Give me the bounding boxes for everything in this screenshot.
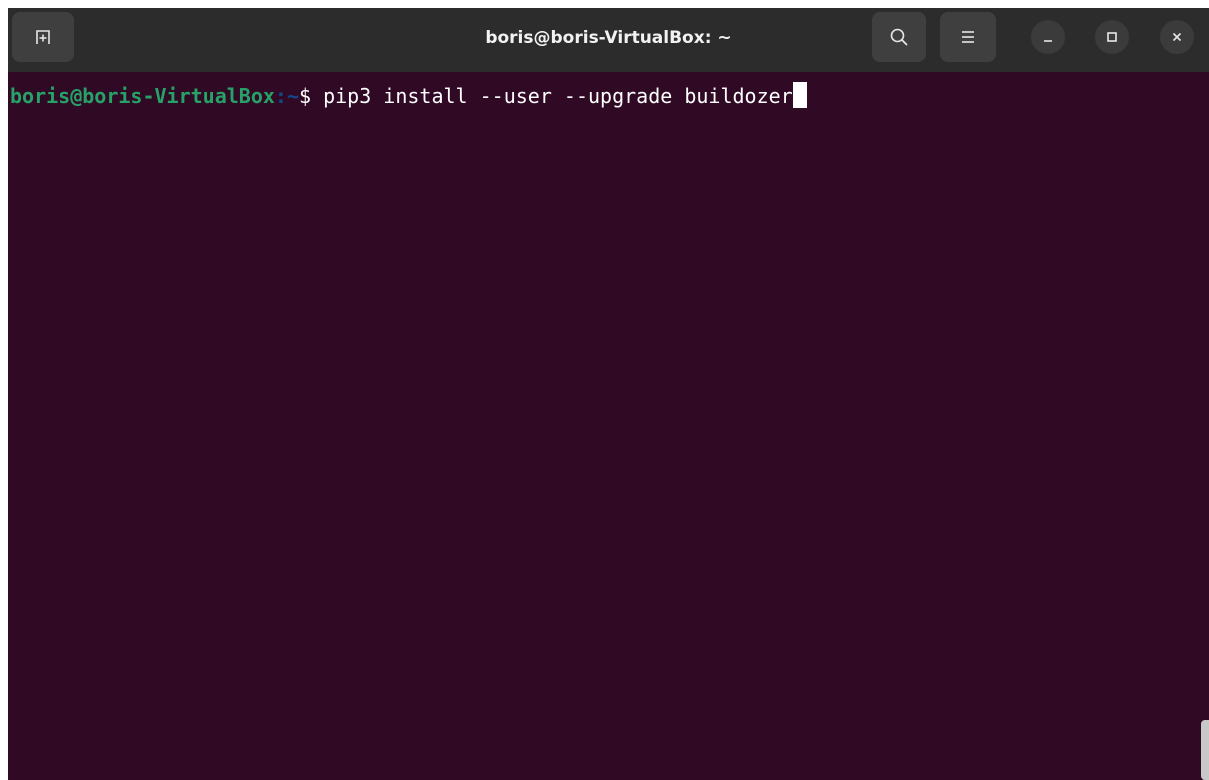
search-button[interactable] bbox=[872, 12, 926, 62]
title-bar[interactable]: boris@boris-VirtualBox: ~ bbox=[8, 8, 1209, 72]
search-icon bbox=[890, 28, 908, 46]
new-tab-button[interactable] bbox=[12, 12, 74, 62]
prompt-user-host: boris@boris-VirtualBox bbox=[10, 84, 275, 108]
terminal-area[interactable]: boris@boris-VirtualBox:~$ pip3 install -… bbox=[8, 72, 1209, 780]
prompt-path: ~ bbox=[286, 84, 299, 108]
terminal-window: boris@boris-VirtualBox: ~ boris@boris-Vi… bbox=[8, 8, 1209, 780]
prompt-colon: : bbox=[274, 84, 287, 108]
window-title: boris@boris-VirtualBox: ~ bbox=[485, 28, 732, 48]
minimize-icon bbox=[1044, 40, 1052, 42]
close-button[interactable] bbox=[1160, 20, 1194, 54]
prompt-symbol: $ bbox=[299, 84, 324, 108]
command-text: pip3 install --user --upgrade buildozer bbox=[323, 84, 793, 108]
hamburger-menu-icon bbox=[962, 31, 974, 43]
new-tab-icon bbox=[36, 30, 50, 44]
prompt-line: boris@boris-VirtualBox:~$ pip3 install -… bbox=[10, 82, 807, 110]
scrollbar-thumb[interactable] bbox=[1201, 720, 1209, 780]
menu-button[interactable] bbox=[940, 12, 996, 62]
maximize-icon bbox=[1107, 32, 1117, 42]
text-cursor bbox=[792, 82, 807, 108]
minimize-button[interactable] bbox=[1031, 20, 1065, 54]
maximize-button[interactable] bbox=[1095, 20, 1129, 54]
close-icon bbox=[1172, 32, 1182, 42]
